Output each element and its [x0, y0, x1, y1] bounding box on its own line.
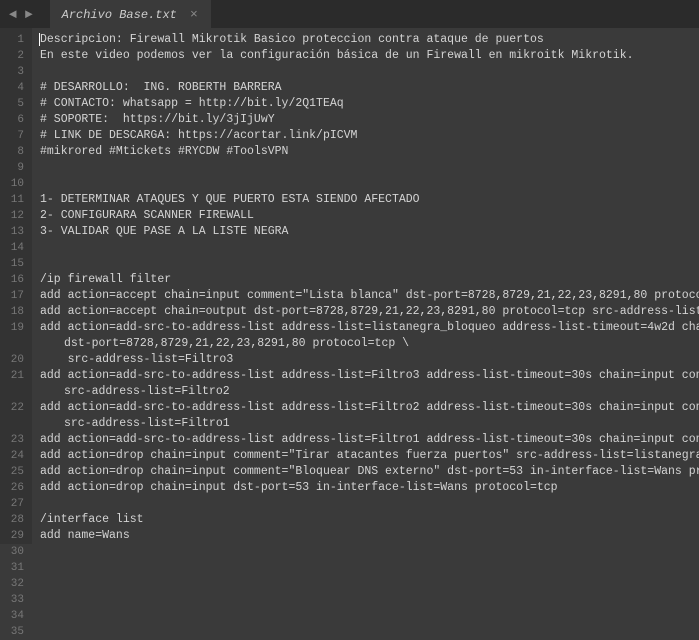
code-line: /interface list [40, 512, 699, 528]
titlebar: ◄ ► Archivo Base.txt × [0, 0, 699, 28]
line-number: 4 [10, 80, 24, 96]
nav-back-icon[interactable]: ◄ [6, 5, 20, 24]
line-number: 10 [10, 176, 24, 192]
line-number: 2 [10, 48, 24, 64]
code-line [40, 240, 699, 256]
gutter: 1234567891011121314151617181920212223242… [0, 28, 32, 544]
nav-forward-icon[interactable]: ► [22, 5, 36, 24]
line-number: 8 [10, 144, 24, 160]
code-line: # DESARROLLO: ING. ROBERTH BARRERA [40, 80, 699, 96]
line-number: 29 [10, 528, 24, 544]
line-number: 16 [10, 272, 24, 288]
nav-arrows: ◄ ► [0, 5, 42, 24]
line-number: 6 [10, 112, 24, 128]
line-number [10, 336, 24, 352]
line-number: 33 [10, 592, 24, 608]
code-line: # LINK DE DESCARGA: https://acortar.link… [40, 128, 699, 144]
code-line: add action=drop chain=input dst-port=53 … [40, 480, 699, 496]
code-line: add action=drop chain=input comment="Tir… [40, 448, 699, 464]
code-line: src-address-list=Filtro3 [40, 352, 699, 368]
line-number: 22 [10, 400, 24, 416]
code-line: 3- VALIDAR QUE PASE A LA LISTE NEGRA [40, 224, 699, 240]
code-line [40, 64, 699, 80]
code-line: # CONTACTO: whatsapp = http://bit.ly/2Q1… [40, 96, 699, 112]
code-line: dst-port=8728,8729,21,22,23,8291,80 prot… [40, 336, 699, 352]
code-line: add action=add-src-to-address-list addre… [40, 432, 699, 448]
code-line [40, 176, 699, 192]
line-number: 3 [10, 64, 24, 80]
code-line: /ip firewall filter [40, 272, 699, 288]
line-number: 11 [10, 192, 24, 208]
line-number: 31 [10, 560, 24, 576]
line-number: 34 [10, 608, 24, 624]
text-cursor [39, 33, 40, 46]
tabs: Archivo Base.txt × [50, 0, 211, 28]
line-number: 27 [10, 496, 24, 512]
code-line: add action=add-src-to-address-list addre… [40, 400, 699, 416]
tab-title: Archivo Base.txt [62, 8, 177, 22]
code-area[interactable]: Descripcion: Firewall Mikrotik Basico pr… [32, 28, 699, 544]
line-number: 13 [10, 224, 24, 240]
line-number: 25 [10, 464, 24, 480]
line-number [10, 416, 24, 432]
line-number: 18 [10, 304, 24, 320]
tab-file[interactable]: Archivo Base.txt × [50, 0, 211, 28]
code-line [40, 256, 699, 272]
code-line: add action=accept chain=input comment="L… [40, 288, 699, 304]
line-number: 1 [10, 32, 24, 48]
line-number: 14 [10, 240, 24, 256]
line-number: 35 [10, 624, 24, 640]
line-number: 9 [10, 160, 24, 176]
code-line: 2- CONFIGURARA SCANNER FIREWALL [40, 208, 699, 224]
line-number: 20 [10, 352, 24, 368]
line-number: 28 [10, 512, 24, 528]
line-number: 24 [10, 448, 24, 464]
code-line: src-address-list=Filtro2 [40, 384, 699, 400]
code-line: add action=drop chain=input comment="Blo… [40, 464, 699, 480]
line-number: 19 [10, 320, 24, 336]
line-number: 7 [10, 128, 24, 144]
line-number: 17 [10, 288, 24, 304]
line-number: 5 [10, 96, 24, 112]
close-icon[interactable]: × [187, 8, 201, 22]
code-line: add action=add-src-to-address-list addre… [40, 320, 699, 336]
editor: 1234567891011121314151617181920212223242… [0, 28, 699, 544]
code-line: En este video podemos ver la configuraci… [40, 48, 699, 64]
code-line [40, 160, 699, 176]
code-line: 1- DETERMINAR ATAQUES Y QUE PUERTO ESTA … [40, 192, 699, 208]
line-number: 15 [10, 256, 24, 272]
code-line: add name=Wans [40, 528, 699, 544]
line-number: 23 [10, 432, 24, 448]
code-line: add action=add-src-to-address-list addre… [40, 368, 699, 384]
code-line: add action=accept chain=output dst-port=… [40, 304, 699, 320]
code-line: # SOPORTE: https://bit.ly/3jIjUwY [40, 112, 699, 128]
line-number: 30 [10, 544, 24, 560]
line-number: 12 [10, 208, 24, 224]
line-number: 26 [10, 480, 24, 496]
line-number [10, 384, 24, 400]
code-line: Descripcion: Firewall Mikrotik Basico pr… [40, 32, 699, 48]
code-line: #mikrored #Mtickets #RYCDW #ToolsVPN [40, 144, 699, 160]
code-line [40, 496, 699, 512]
code-line: src-address-list=Filtro1 [40, 416, 699, 432]
line-number: 32 [10, 576, 24, 592]
line-number: 21 [10, 368, 24, 384]
